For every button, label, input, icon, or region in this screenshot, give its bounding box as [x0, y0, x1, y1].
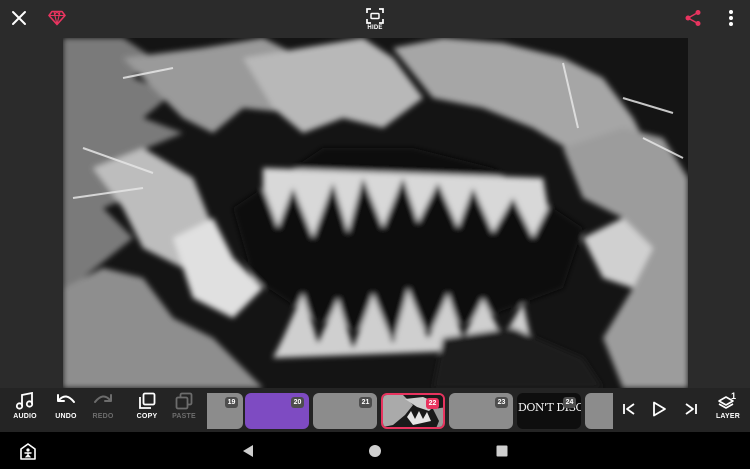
share-icon [685, 10, 701, 26]
accessibility-icon [20, 443, 36, 460]
back-button[interactable] [237, 440, 259, 462]
redo-button[interactable]: REDO [83, 392, 123, 430]
frame-thumbnail[interactable]: 21 [313, 393, 377, 429]
premium-gem-icon [48, 10, 66, 26]
last-frame-button[interactable] [678, 396, 704, 422]
audio-label: AUDIO [13, 413, 37, 420]
frame-thumbnail[interactable] [585, 393, 613, 429]
bottom-toolbar: AUDIO UNDO REDO COPY PASTE 19 20 21 22 2… [0, 388, 750, 432]
recents-button[interactable] [491, 440, 513, 462]
frame-image [63, 38, 688, 388]
frame-thumbnail[interactable]: 23 [449, 393, 513, 429]
home-button[interactable] [364, 440, 386, 462]
frame-thumbnail[interactable]: DON'T DISOBEY 24 [517, 393, 581, 429]
layer-button[interactable]: 1 LAYER [708, 391, 748, 430]
undo-icon [57, 394, 75, 403]
frame-number: 24 [563, 397, 576, 408]
top-bar: HIDE [0, 0, 750, 38]
play-button[interactable] [646, 396, 672, 422]
recents-icon [496, 445, 508, 457]
undo-label: UNDO [55, 413, 77, 420]
frame-thumbnail[interactable]: 20 [245, 393, 309, 429]
play-icon [653, 401, 666, 417]
paste-button[interactable]: PASTE [164, 392, 204, 430]
hide-label: HIDE [367, 24, 383, 31]
skip-next-icon [685, 403, 697, 415]
frame-number: 20 [291, 397, 304, 408]
paste-icon [175, 392, 193, 410]
canvas-stage [0, 38, 750, 388]
layer-label: LAYER [715, 413, 741, 420]
undo-button[interactable]: UNDO [46, 392, 86, 430]
audio-button[interactable]: AUDIO [5, 392, 45, 430]
system-nav-bar [0, 432, 750, 469]
more-options-button[interactable] [718, 5, 744, 31]
share-button[interactable] [680, 5, 706, 31]
skip-previous-icon [623, 403, 635, 415]
copy-button[interactable]: COPY [127, 392, 167, 430]
hide-frame-icon [366, 7, 384, 24]
layer-count: 1 [731, 391, 737, 401]
accessibility-button[interactable] [17, 440, 39, 462]
hide-button[interactable]: HIDE [358, 2, 392, 36]
first-frame-button[interactable] [616, 396, 642, 422]
frame-timeline[interactable]: 19 20 21 22 23 DON'T DISOBEY 24 [207, 391, 613, 429]
copy-icon [139, 392, 156, 409]
frame-thumbnail-selected[interactable]: 22 [381, 393, 445, 429]
paste-label: PASTE [172, 413, 196, 420]
frame-number: 19 [225, 397, 238, 408]
frame-number: 21 [359, 397, 372, 408]
home-icon [369, 445, 381, 457]
redo-icon [94, 394, 112, 403]
close-icon [12, 11, 26, 25]
premium-button[interactable] [44, 5, 70, 31]
frame-thumbnail[interactable]: 19 [207, 393, 243, 429]
more-vertical-icon [729, 10, 733, 26]
redo-label: REDO [92, 413, 114, 420]
frame-preview[interactable] [63, 38, 688, 388]
frame-number: 23 [495, 397, 508, 408]
close-button[interactable] [6, 5, 32, 31]
music-note-icon [15, 392, 34, 410]
copy-label: COPY [136, 413, 158, 420]
frame-number: 22 [426, 398, 439, 409]
back-icon [243, 445, 253, 457]
